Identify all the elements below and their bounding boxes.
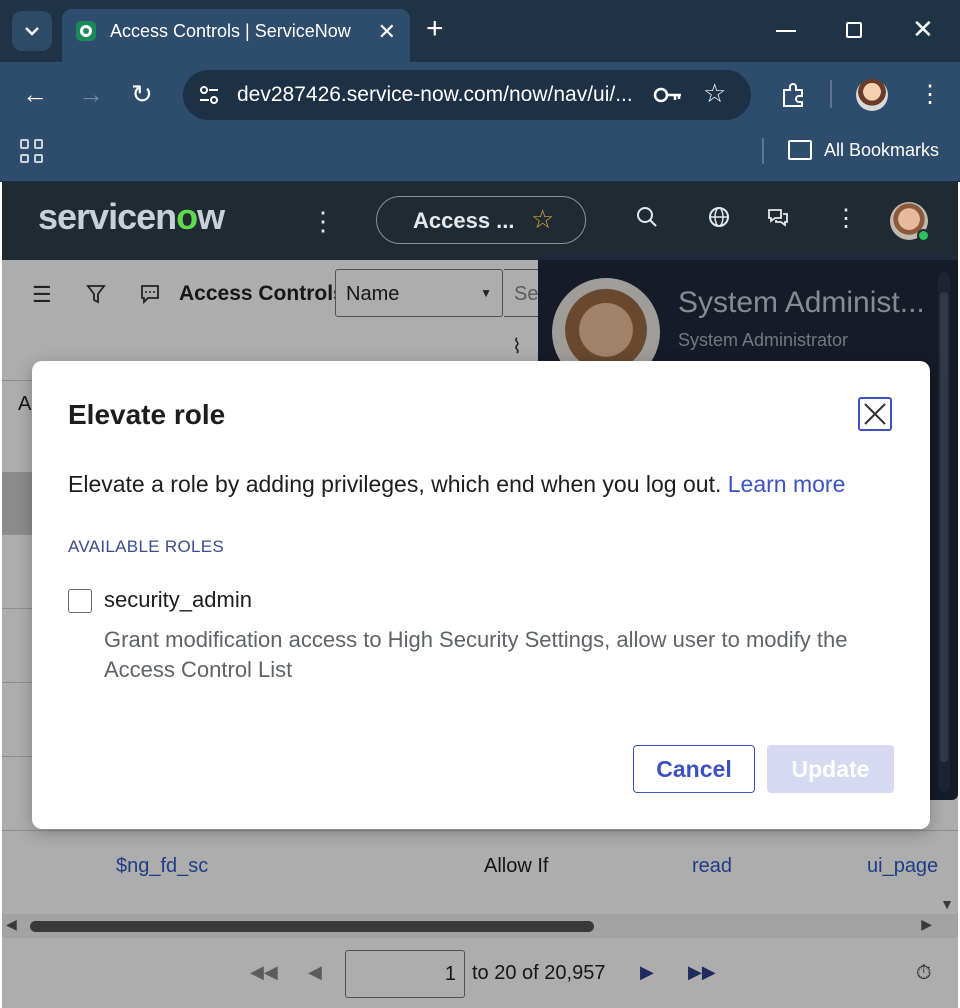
online-status-icon: [917, 229, 930, 242]
tab-search-button[interactable]: [12, 11, 52, 51]
dialog-description-text: Elevate a role by adding privileges, whi…: [68, 471, 722, 497]
browser-tab-active[interactable]: Access Controls | ServiceNow ✕: [62, 9, 410, 62]
browser-toolbar: ← → ↻ dev287426.service-now.com/now/nav/…: [0, 62, 960, 128]
favorite-star-icon[interactable]: ☆: [531, 204, 554, 235]
browser-tab-bar: Access Controls | ServiceNow ✕ + ✕: [0, 0, 960, 62]
bookmarks-bar: All Bookmarks: [0, 128, 960, 182]
tab-close-icon[interactable]: ✕: [378, 19, 396, 45]
close-icon: [864, 403, 886, 425]
servicenow-logo[interactable]: servicenow: [38, 196, 225, 238]
security-admin-checkbox[interactable]: [68, 589, 92, 613]
more-options-icon[interactable]: ⋮: [834, 204, 858, 233]
password-key-icon[interactable]: [653, 84, 683, 106]
role-description: Grant modification access to High Securi…: [104, 627, 848, 682]
dialog-title: Elevate role: [68, 399, 226, 430]
context-pill[interactable]: Access ... ☆: [376, 196, 586, 244]
toolbar-divider: [830, 80, 832, 108]
address-bar[interactable]: dev287426.service-now.com/now/nav/ui/...…: [183, 70, 751, 120]
dialog-description: Elevate a role by adding privileges, whi…: [68, 471, 845, 498]
role-name[interactable]: security_admin: [104, 587, 252, 613]
learn-more-link[interactable]: Learn more: [728, 471, 846, 497]
servicenow-favicon-icon: [76, 21, 96, 41]
elevate-role-dialog: Elevate role Elevate a role by adding pr…: [32, 361, 930, 829]
all-menu-icon[interactable]: ⋮: [310, 206, 336, 237]
window-close-icon[interactable]: ✕: [912, 14, 934, 45]
search-icon[interactable]: [636, 206, 658, 228]
servicenow-header: servicenow ⋮ Access ... ☆ ⋮: [2, 182, 958, 260]
browser-menu-icon[interactable]: ⋮: [918, 80, 942, 110]
context-pill-label: Access ...: [413, 208, 515, 233]
extensions-puzzle-icon[interactable]: [780, 82, 806, 108]
url-text: dev287426.service-now.com/now/nav/ui/...: [237, 83, 633, 106]
user-avatar[interactable]: [890, 202, 930, 242]
tab-title: Access Controls | ServiceNow: [110, 21, 351, 41]
chevron-down-icon: [25, 27, 39, 36]
chat-icon[interactable]: [766, 206, 790, 228]
cancel-button[interactable]: Cancel: [633, 745, 755, 793]
available-roles-label: AVAILABLE ROLES: [68, 537, 224, 556]
back-arrow-icon[interactable]: ←: [22, 80, 48, 108]
reload-icon[interactable]: ↻: [131, 80, 153, 108]
new-tab-icon[interactable]: +: [426, 14, 444, 44]
globe-icon[interactable]: [708, 206, 730, 228]
folder-icon: [788, 140, 812, 160]
browser-profile-avatar[interactable]: [856, 79, 888, 111]
update-button[interactable]: Update: [767, 745, 894, 793]
close-dialog-button[interactable]: [858, 397, 892, 431]
all-bookmarks-link[interactable]: All Bookmarks: [824, 140, 939, 161]
bookmarks-divider: [762, 138, 764, 164]
forward-arrow-icon[interactable]: →: [78, 80, 104, 108]
bookmark-star-icon[interactable]: ☆: [703, 78, 726, 109]
window-minimize-icon[interactable]: [776, 30, 796, 32]
apps-grid-icon[interactable]: [20, 139, 44, 163]
window-maximize-icon[interactable]: [846, 22, 862, 38]
site-settings-icon[interactable]: [197, 83, 221, 107]
